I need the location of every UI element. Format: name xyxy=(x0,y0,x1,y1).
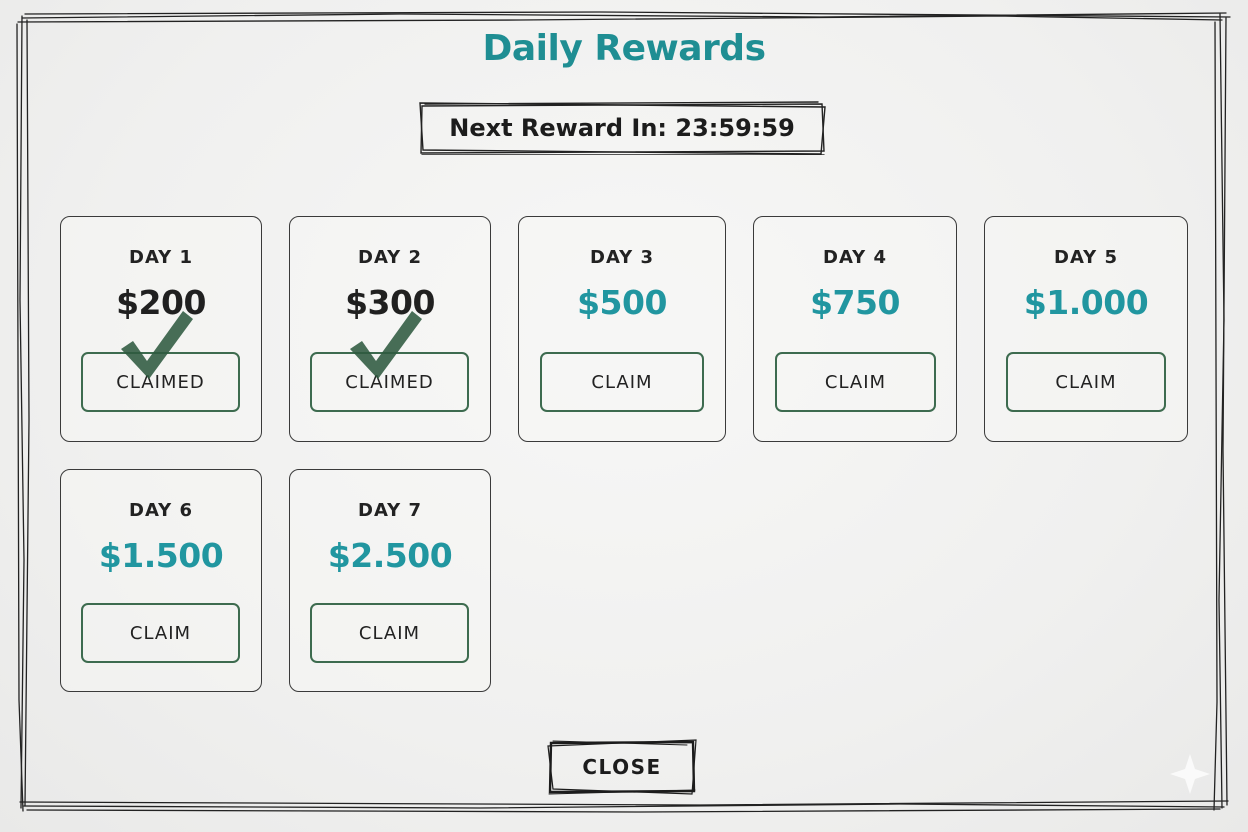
daily-rewards-screen: Daily Rewards Next Reward In: 23:59:59 D… xyxy=(0,0,1248,832)
reward-amount: $300 xyxy=(345,283,435,322)
reward-card-day-3: DAY 3 $500 CLAIM xyxy=(518,216,726,442)
reward-amount: $500 xyxy=(577,283,667,322)
reward-amount: $200 xyxy=(116,283,206,322)
close-button[interactable]: CLOSE xyxy=(547,739,697,795)
reward-card-day-2: DAY 2 $300 CLAIMED xyxy=(289,216,491,442)
day-label: DAY 4 xyxy=(823,247,887,268)
claimed-button[interactable]: CLAIMED xyxy=(310,352,469,412)
day-label: DAY 7 xyxy=(358,500,422,521)
reward-amount: $2.500 xyxy=(327,536,453,575)
claim-button[interactable]: CLAIM xyxy=(775,352,936,412)
day-label: DAY 1 xyxy=(129,247,193,268)
claim-button[interactable]: CLAIM xyxy=(81,603,240,663)
reward-card-day-5: DAY 5 $1.000 CLAIM xyxy=(984,216,1188,442)
reward-amount: $750 xyxy=(810,283,900,322)
next-reward-timer: Next Reward In: 23:59:59 xyxy=(418,101,826,155)
claim-button[interactable]: CLAIM xyxy=(1006,352,1166,412)
reward-amount: $1.000 xyxy=(1023,283,1149,322)
day-label: DAY 5 xyxy=(1054,247,1118,268)
day-label: DAY 6 xyxy=(129,500,193,521)
sparkle-icon xyxy=(1170,754,1210,794)
day-label: DAY 3 xyxy=(590,247,654,268)
reward-amount: $1.500 xyxy=(98,536,224,575)
reward-card-day-7: DAY 7 $2.500 CLAIM xyxy=(289,469,491,692)
timer-text: Next Reward In: 23:59:59 xyxy=(449,114,795,142)
day-label: DAY 2 xyxy=(358,247,422,268)
claim-button[interactable]: CLAIM xyxy=(310,603,469,663)
page-title: Daily Rewards xyxy=(482,28,767,69)
claimed-button[interactable]: CLAIMED xyxy=(81,352,240,412)
reward-card-day-4: DAY 4 $750 CLAIM xyxy=(753,216,957,442)
reward-card-day-6: DAY 6 $1.500 CLAIM xyxy=(60,469,262,692)
close-button-label: CLOSE xyxy=(582,755,662,779)
reward-card-day-1: DAY 1 $200 CLAIMED xyxy=(60,216,262,442)
claim-button[interactable]: CLAIM xyxy=(540,352,704,412)
